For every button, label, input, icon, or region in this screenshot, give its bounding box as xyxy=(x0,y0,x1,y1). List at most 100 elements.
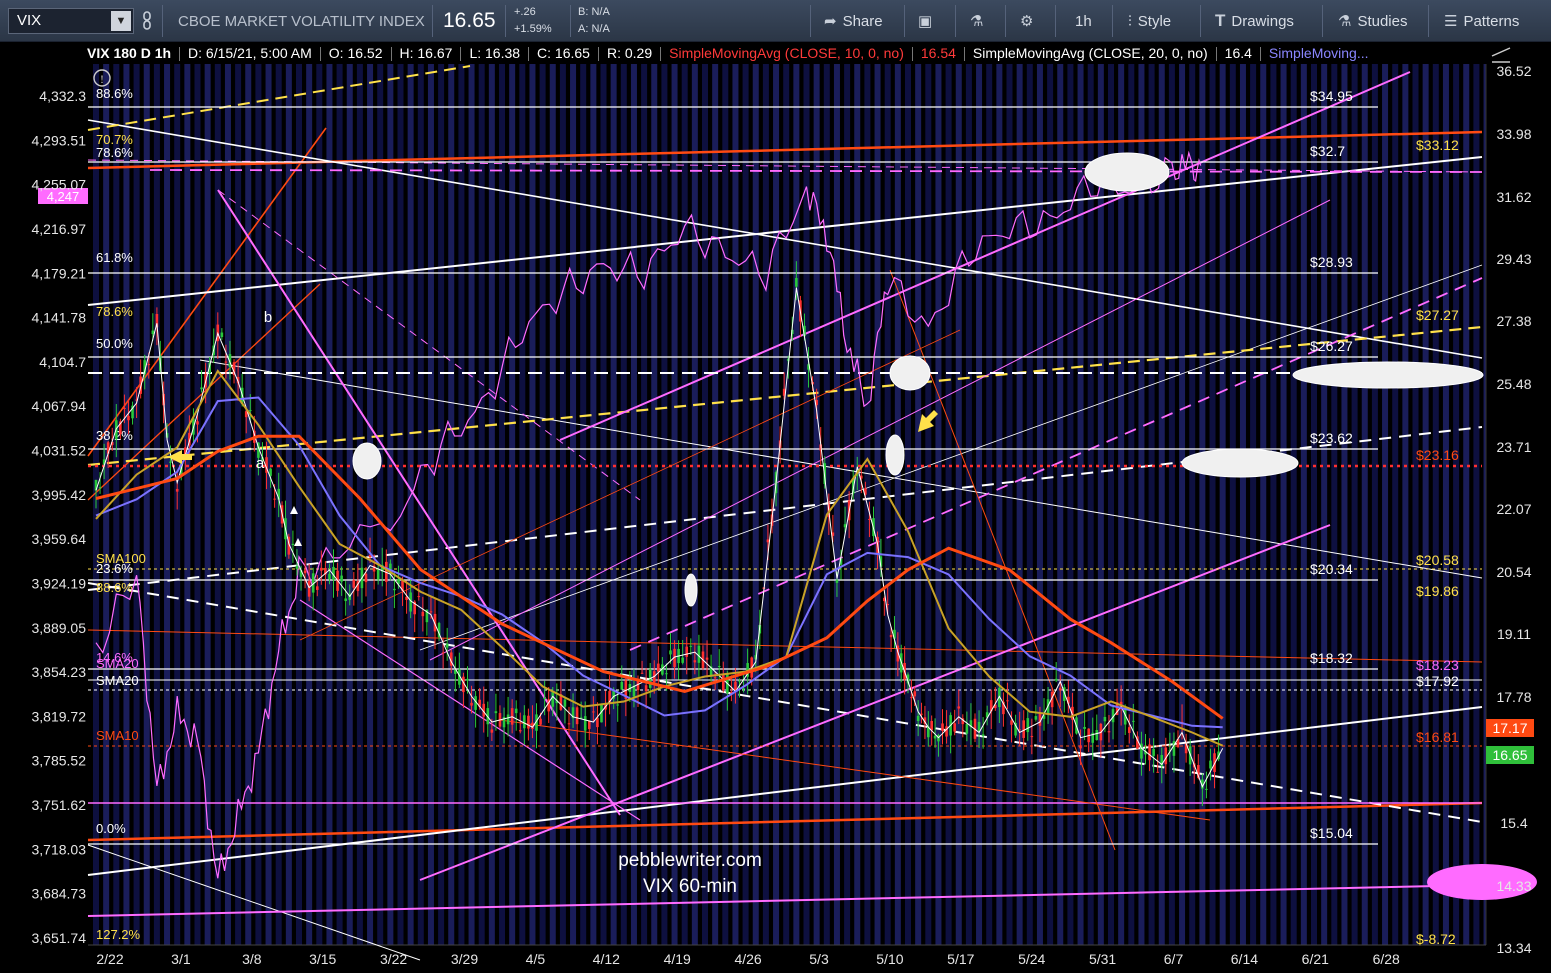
sma10-label[interactable]: SimpleMovingAvg (CLOSE, 10, 0, no) xyxy=(669,45,904,61)
level-label: $18.32 xyxy=(1310,650,1353,666)
candle-body xyxy=(1034,716,1038,720)
right-axis-tick: 15.4 xyxy=(1500,815,1527,831)
status-high: H: 16.67 xyxy=(399,45,453,61)
candle-body xyxy=(376,569,380,580)
session-band xyxy=(1321,42,1328,945)
vix-chart[interactable]: 88.6%70.7%78.6%61.8%78.6%50.0%38.2%23.6%… xyxy=(0,42,1551,973)
fib-label: 88.6% xyxy=(96,580,133,595)
session-band xyxy=(529,42,536,945)
right-level-label: $17.92 xyxy=(1416,673,1459,689)
left-axis-tick: 3,995.42 xyxy=(32,487,87,503)
session-band xyxy=(1382,42,1389,945)
left-axis-tick: 3,684.73 xyxy=(32,886,87,902)
drawings-button[interactable]: T Drawings xyxy=(1215,0,1294,42)
candle-body xyxy=(681,657,684,663)
candle-body xyxy=(616,704,620,706)
candle-body xyxy=(364,573,368,583)
symbol-input[interactable]: VIX ▼ xyxy=(8,8,134,34)
session-band xyxy=(559,42,566,945)
session-band xyxy=(1331,42,1338,945)
wave-label: b xyxy=(264,309,272,326)
candle-body xyxy=(527,715,530,729)
session-band xyxy=(813,42,820,945)
flask-button[interactable]: ⚗ xyxy=(970,0,989,42)
highlight-oval xyxy=(1084,152,1170,192)
flask-icon: ⚗ xyxy=(970,13,984,30)
link-icon[interactable] xyxy=(142,0,152,42)
candle-body xyxy=(506,714,510,725)
right-axis-tick: 33.98 xyxy=(1496,126,1531,142)
candle-body xyxy=(596,717,599,728)
fib-label: 50.0% xyxy=(96,336,133,351)
chevron-down-icon[interactable]: ▼ xyxy=(111,11,131,31)
candle-body xyxy=(421,611,425,617)
candle-body xyxy=(1058,687,1062,691)
candle-body xyxy=(587,720,591,730)
instrument-name: CBOE MARKET VOLATILITY INDEX xyxy=(178,12,425,30)
patterns-label: Patterns xyxy=(1463,12,1520,30)
session-band xyxy=(194,42,201,945)
session-band xyxy=(894,42,901,945)
session-band xyxy=(661,42,668,945)
highlight-oval xyxy=(1181,448,1299,478)
session-band xyxy=(123,42,130,945)
fib-label: 78.6% xyxy=(96,145,133,160)
candle-body xyxy=(910,697,913,699)
session-band xyxy=(1067,42,1074,945)
right-level-label: $27.27 xyxy=(1416,307,1459,323)
x-axis-tick: 3/22 xyxy=(380,951,407,967)
fib-label: 78.6% xyxy=(96,304,133,319)
candle-body xyxy=(920,713,923,715)
sma-more-label[interactable]: SimpleMoving... xyxy=(1269,45,1369,61)
candle-body xyxy=(685,646,689,657)
session-band xyxy=(793,42,800,945)
session-band xyxy=(1168,42,1175,945)
candle-body xyxy=(1107,731,1111,733)
session-band xyxy=(245,42,252,945)
session-band xyxy=(509,42,516,945)
session-band xyxy=(296,42,302,945)
highlight-oval xyxy=(684,573,698,607)
level-label: $15.04 xyxy=(1310,825,1353,841)
session-band xyxy=(448,42,455,945)
session-band xyxy=(1422,42,1429,945)
sma10-value: 16.54 xyxy=(920,45,956,61)
timeframe-button[interactable]: 1h xyxy=(1075,0,1092,42)
status-open: O: 16.52 xyxy=(328,45,383,61)
settings-button[interactable]: ⚙ xyxy=(1020,0,1039,42)
candle-body xyxy=(393,588,396,591)
session-band xyxy=(1341,42,1348,945)
candle-body xyxy=(930,720,933,731)
session-band xyxy=(235,42,242,945)
candle-body xyxy=(307,581,311,597)
style-button[interactable]: ⫶ Style xyxy=(1128,0,1171,42)
bid: B: N/A xyxy=(578,6,610,18)
level-label: $20.34 xyxy=(1310,561,1353,577)
session-band xyxy=(356,42,363,945)
right-axis-tick: 23.71 xyxy=(1496,439,1531,455)
studies-button[interactable]: ⚗ Studies xyxy=(1338,0,1408,42)
x-axis-tick: 3/15 xyxy=(309,951,336,967)
left-axis-tick: 4,141.78 xyxy=(32,310,87,326)
candle-body xyxy=(1038,712,1042,726)
patterns-button[interactable]: ☰ Patterns xyxy=(1444,0,1519,42)
candle-body xyxy=(328,573,331,580)
candle-body xyxy=(717,666,721,668)
wave-label: a xyxy=(256,455,265,472)
sma-tag: SMA20 xyxy=(96,673,139,688)
screenshot-button[interactable]: ▣ xyxy=(918,0,938,42)
share-button[interactable]: ➦ Share xyxy=(824,0,883,42)
x-axis-tick: 5/3 xyxy=(809,951,829,967)
left-axis-tick: 3,718.03 xyxy=(32,841,87,857)
fib-label: 127.2% xyxy=(96,927,141,942)
session-band xyxy=(955,42,962,945)
toolbar: VIX ▼ CBOE MARKET VOLATILITY INDEX 16.65 … xyxy=(0,0,1551,42)
x-axis-tick: 3/1 xyxy=(171,951,191,967)
sma20-label[interactable]: SimpleMovingAvg (CLOSE, 20, 0, no) xyxy=(973,45,1208,61)
session-band xyxy=(265,42,272,945)
fib-label: 0.0% xyxy=(96,821,126,836)
x-axis-tick: 5/31 xyxy=(1089,951,1116,967)
candle-body xyxy=(713,677,717,679)
session-band xyxy=(1371,42,1378,945)
right-axis-tick: 20.54 xyxy=(1496,564,1531,580)
